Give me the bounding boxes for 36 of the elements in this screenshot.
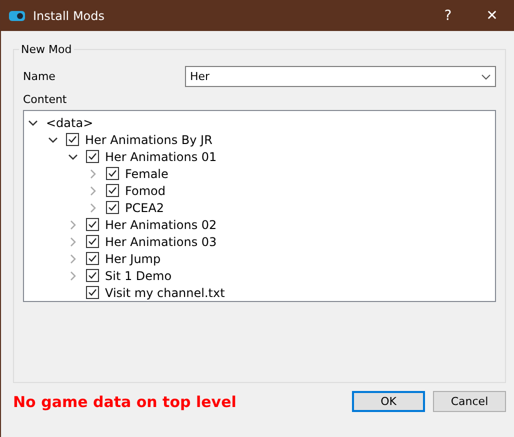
checkbox[interactable] [106,184,119,197]
checkbox[interactable] [86,269,99,282]
chevron-down-icon [481,74,491,80]
checkbox[interactable] [66,133,79,146]
close-button[interactable]: ✕ [470,0,514,31]
help-button[interactable]: ? [426,0,470,31]
tree-item-label[interactable]: Her Animations 03 [105,234,217,248]
checkbox[interactable] [86,150,99,163]
tree-item-label[interactable]: Visit my channel.txt [105,286,225,300]
field-label: Name [23,70,56,83]
app-icon [9,10,25,20]
tree-item-label[interactable]: Her Animations By JR [85,132,212,146]
checkbox[interactable] [86,252,99,265]
chevron-down-icon[interactable] [68,152,78,162]
cancel-button[interactable]: Cancel [433,391,506,412]
checkbox[interactable] [106,201,119,214]
name-combobox[interactable]: Her [185,66,496,87]
checkbox[interactable] [86,286,99,299]
tree-item-label[interactable]: Female [125,166,168,180]
tree-item-label[interactable]: Her Jump [105,252,161,266]
checkbox[interactable] [106,167,119,180]
chevron-down-icon[interactable] [48,134,58,144]
tree-item-label[interactable]: Her Animations 01 [105,150,217,164]
group-title: New Mod [20,43,73,56]
tree-item-label[interactable]: Sit 1 Demo [105,268,172,282]
window-title: Install Mods [33,8,106,22]
tree-item-label[interactable]: Her Animations 02 [105,218,217,232]
ok-button[interactable]: OK [352,391,425,412]
chevron-down-icon[interactable] [28,118,38,128]
tree-item-label[interactable]: <data> [46,116,94,130]
checkbox[interactable] [86,218,99,231]
field-label: Content [23,93,67,106]
error-message: No game data on top level [13,392,238,410]
tree-item-label[interactable]: Fomod [125,184,166,198]
tree-item-label[interactable]: PCEA2 [125,200,164,214]
checkbox[interactable] [86,235,99,248]
